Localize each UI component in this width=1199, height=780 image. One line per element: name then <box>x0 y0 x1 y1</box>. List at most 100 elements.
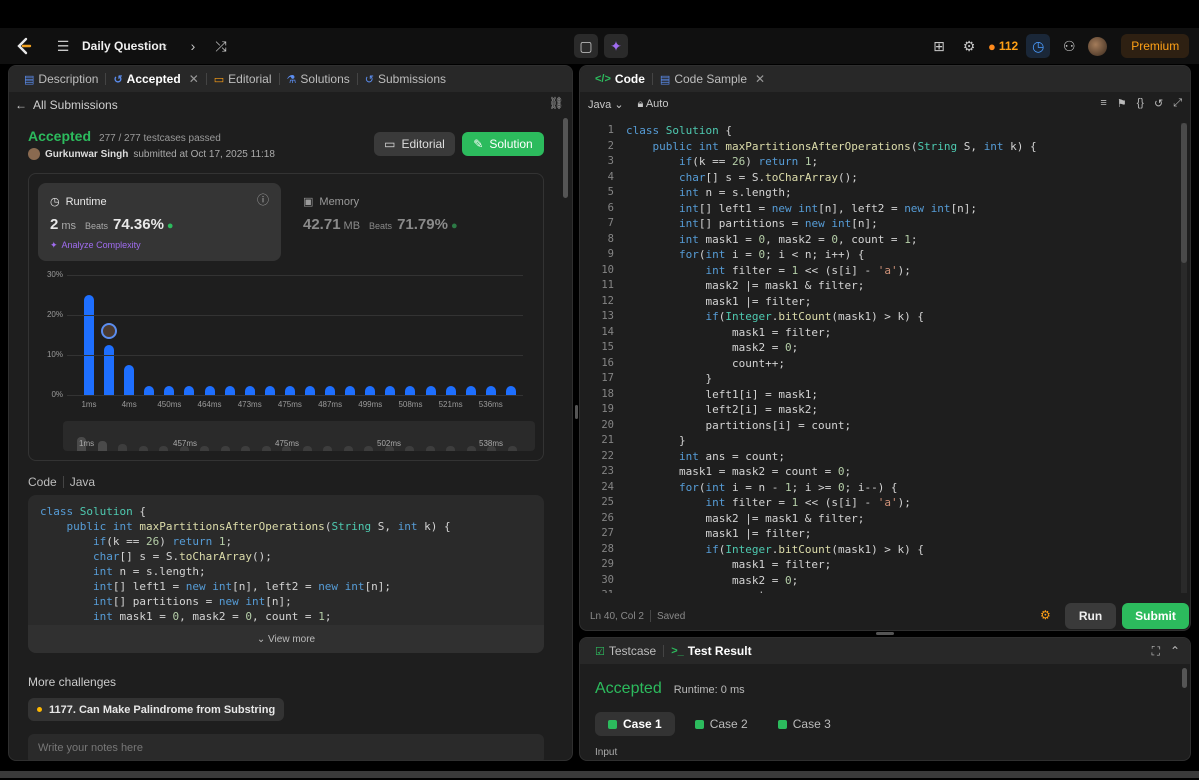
collapse-icon[interactable]: ⌃ <box>1170 644 1180 658</box>
view-more-button[interactable]: ⌄ View more <box>28 634 544 645</box>
histogram-bar[interactable] <box>345 386 356 395</box>
histogram-bar[interactable] <box>204 386 215 395</box>
code-line[interactable]: mask1 |= filter; <box>626 294 1037 310</box>
code-line[interactable]: int[] left1 = new int[n], left2 = new in… <box>626 201 1037 217</box>
case-tab-3[interactable]: Case 3 <box>768 712 841 736</box>
debug-icon[interactable]: ⚙ <box>1040 608 1051 622</box>
run-button[interactable]: Run <box>1065 603 1116 629</box>
shuffle-icon[interactable]: ⤮ <box>210 35 232 57</box>
streak-counter[interactable]: ● 112 <box>988 39 1018 54</box>
code-line[interactable]: int mask1 = 0, mask2 = 0, count = 1; <box>626 232 1037 248</box>
close-icon[interactable]: ✕ <box>755 72 765 86</box>
code-line[interactable]: if(Integer.bitCount(mask1) > k) { <box>626 309 1037 325</box>
histogram-bar[interactable] <box>144 386 155 395</box>
code-line[interactable]: int[] partitions = new int[n]; <box>626 216 1037 232</box>
submit-button[interactable]: Submit <box>1122 603 1189 629</box>
tab-editorial[interactable]: ▭ Editorial <box>207 66 279 92</box>
code-line[interactable]: } <box>626 371 1037 387</box>
resize-handle[interactable] <box>876 632 894 635</box>
notes-input[interactable]: Write your notes here <box>28 734 544 760</box>
code-line[interactable]: mask1 = filter; <box>626 325 1037 341</box>
code-line[interactable]: class Solution { <box>626 123 1037 139</box>
code-line[interactable]: for(int i = 0; i < n; i++) { <box>626 247 1037 263</box>
tab-accepted[interactable]: ↺ Accepted ✕ <box>106 66 205 92</box>
histogram-bar[interactable] <box>365 386 376 395</box>
code-line[interactable]: int ans = count; <box>626 449 1037 465</box>
histogram-bar[interactable] <box>104 345 115 395</box>
braces-icon[interactable]: {} <box>1137 97 1144 110</box>
notes-icon[interactable]: ▢ <box>574 34 598 58</box>
share-link-icon[interactable]: ⛓ <box>549 96 564 110</box>
bottom-scrollbar[interactable] <box>0 771 1199 778</box>
bookmark-icon[interactable]: ⚑ <box>1117 97 1127 110</box>
analyze-complexity-link[interactable]: ✦ Analyze Complexity <box>50 240 141 251</box>
language-selector[interactable]: Java ⌄ <box>588 98 624 111</box>
timer-icon[interactable]: ◷ <box>1026 34 1051 58</box>
runtime-card[interactable]: ◷ Runtime ⓘ 2 ms Beats 74.36% ● ✦ Analyze … <box>38 183 281 261</box>
settings-gear-icon[interactable]: ⚙ <box>958 35 980 57</box>
histogram-bar[interactable] <box>244 386 255 395</box>
histogram-bar[interactable] <box>164 386 175 395</box>
add-friend-icon[interactable]: ⚇ <box>1058 35 1080 57</box>
code-line[interactable]: mask2 |= mask1 & filter; <box>626 511 1037 527</box>
format-icon[interactable]: ≡ <box>1100 97 1106 110</box>
chevron-left-icon[interactable]: ‹ <box>154 35 176 57</box>
editorial-button[interactable]: ▭ Editorial <box>374 132 455 156</box>
ai-sparkle-icon[interactable]: ✦ <box>604 34 628 58</box>
range-selector[interactable]: 1ms 457ms 475ms 502ms 538ms <box>63 421 535 451</box>
tab-description[interactable]: ▤ Description <box>17 66 105 92</box>
histogram-bar[interactable] <box>485 386 496 395</box>
code-line[interactable]: if(Integer.bitCount(mask1) > k) { <box>626 542 1037 558</box>
memory-card[interactable]: ▣ Memory 42.71 MB Beats 71.79% ● <box>291 183 534 261</box>
leetcode-logo-icon[interactable] <box>14 28 34 64</box>
center-resize-handle[interactable] <box>575 405 578 419</box>
fullscreen-icon[interactable]: ⛶ <box>1152 644 1160 659</box>
code-line[interactable]: count++; <box>626 356 1037 372</box>
reset-icon[interactable]: ↺ <box>1154 97 1163 110</box>
histogram-bar[interactable] <box>264 386 275 395</box>
histogram-bar[interactable] <box>184 386 195 395</box>
case-tab-2[interactable]: Case 2 <box>685 712 758 736</box>
close-icon[interactable]: ✕ <box>189 72 199 86</box>
code-line[interactable]: } <box>626 433 1037 449</box>
histogram-bar[interactable] <box>445 386 456 395</box>
code-line[interactable]: count++; <box>626 588 1037 593</box>
premium-button[interactable]: Premium <box>1121 34 1190 58</box>
code-line[interactable]: mask2 = 0; <box>626 340 1037 356</box>
layout-icon[interactable]: ⊞ <box>928 35 950 57</box>
result-scrollbar[interactable] <box>1182 668 1187 688</box>
case-tab-1[interactable]: Case 1 <box>595 712 675 736</box>
tab-submissions[interactable]: ↺ Submissions <box>358 66 453 92</box>
editor-scrollbar[interactable] <box>1181 123 1187 593</box>
code-line[interactable]: char[] s = S.toCharArray(); <box>626 170 1037 186</box>
histogram-bar[interactable] <box>385 386 396 395</box>
code-line[interactable]: mask1 = mask2 = count = 0; <box>626 464 1037 480</box>
tab-code[interactable]: </> Code <box>588 66 652 92</box>
info-icon[interactable]: ⓘ <box>257 191 269 208</box>
histogram-bar[interactable] <box>124 365 135 395</box>
code-line[interactable]: int n = s.length; <box>626 185 1037 201</box>
auto-mode[interactable]: 🔒︎ Auto <box>638 98 669 111</box>
user-avatar[interactable] <box>1088 36 1108 56</box>
histogram-bar[interactable] <box>465 386 476 395</box>
back-to-submissions[interactable]: ← All Submissions <box>15 98 118 112</box>
expand-icon[interactable]: ⤢ <box>1173 97 1182 110</box>
histogram-bar[interactable] <box>305 386 315 395</box>
histogram-bar[interactable] <box>84 295 94 395</box>
problem-list-button[interactable]: ☰ Daily Question <box>52 28 166 64</box>
histogram-bar[interactable] <box>224 386 235 395</box>
tab-solutions[interactable]: ⚗ Solutions <box>280 66 357 92</box>
code-line[interactable]: public int maxPartitionsAfterOperations(… <box>626 139 1037 155</box>
code-line[interactable]: mask1 |= filter; <box>626 526 1037 542</box>
code-line[interactable]: int filter = 1 << (s[i] - 'a'); <box>626 263 1037 279</box>
challenge-chip[interactable]: 1177. Can Make Palindrome from Substring <box>28 698 285 721</box>
tab-testcase[interactable]: ☑ Testcase <box>588 638 663 664</box>
tab-test-result[interactable]: >_ Test Result <box>664 638 758 664</box>
code-line[interactable]: left1[i] = mask1; <box>626 387 1037 403</box>
code-line[interactable]: partitions[i] = count; <box>626 418 1037 434</box>
code-line[interactable]: mask2 |= mask1 & filter; <box>626 278 1037 294</box>
chevron-right-icon[interactable]: › <box>182 35 204 57</box>
histogram-bar[interactable] <box>405 386 416 395</box>
code-line[interactable]: mask2 = 0; <box>626 573 1037 589</box>
histogram-bar[interactable] <box>325 386 336 395</box>
